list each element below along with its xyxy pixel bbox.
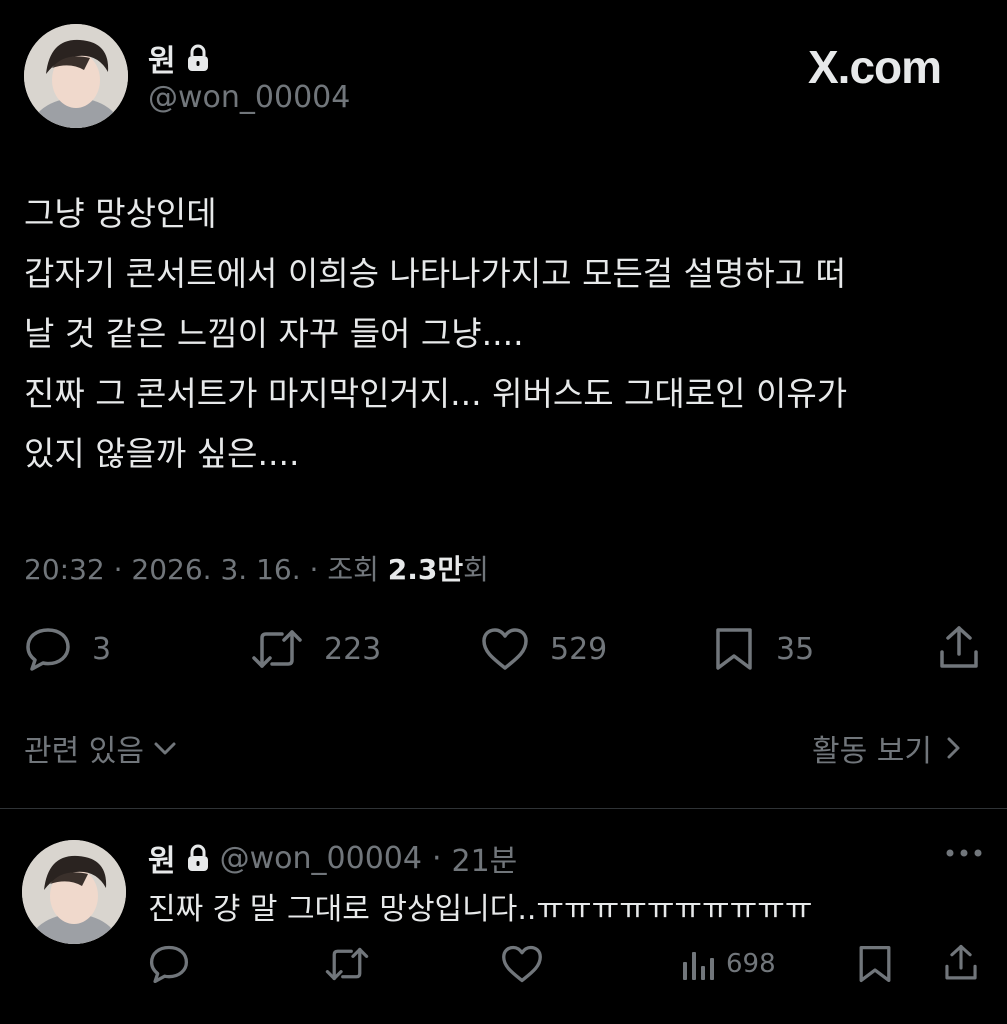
reply-header: 원 @won_00004 · 21분 <box>148 836 517 880</box>
reply-reply-icon[interactable] <box>148 944 190 984</box>
retweet-icon <box>250 626 304 672</box>
lock-icon <box>186 844 210 872</box>
reply-author-name[interactable]: 원 <box>148 836 176 880</box>
separator: · <box>113 553 123 586</box>
reply-views-button[interactable]: 698 <box>680 946 776 982</box>
reply-count: 3 <box>92 631 112 667</box>
views-suffix: 회 <box>463 553 489 586</box>
separator: · <box>431 840 442 876</box>
chevron-down-icon <box>152 735 178 761</box>
more-options-icon[interactable] <box>944 846 984 860</box>
views-value: 2.3만 <box>387 553 464 586</box>
tweet-line: 갑자기 콘서트에서 이희승 나타나가지고 모든걸 설명하고 떠 <box>24 254 846 293</box>
analytics-icon <box>680 946 716 982</box>
reply-time[interactable]: 21분 <box>452 836 518 880</box>
heart-icon <box>480 626 530 672</box>
reply-share-icon[interactable] <box>942 942 980 984</box>
reply-retweet-icon[interactable] <box>324 944 370 984</box>
lock-icon <box>186 44 210 72</box>
bookmark-icon <box>712 626 756 672</box>
reply-views-count: 698 <box>726 949 776 979</box>
activity-label: 활동 보기 <box>812 734 932 769</box>
reply-heart-icon[interactable] <box>500 944 544 984</box>
divider <box>0 808 1007 809</box>
reply-avatar[interactable] <box>22 840 126 944</box>
author-avatar[interactable] <box>24 24 128 128</box>
reply-button[interactable]: 3 <box>24 626 111 672</box>
author-name[interactable]: 원 <box>148 36 176 80</box>
author-handle[interactable]: @won_00004 <box>148 80 350 115</box>
views-label: 조회 <box>327 553 379 586</box>
tweet-meta: 20:32 · 2026. 3. 16. · 조회 2.3만회 <box>24 548 489 588</box>
bookmark-button[interactable]: 35 <box>712 626 814 672</box>
reply-bookmark-icon[interactable] <box>856 944 894 984</box>
reply-icon <box>24 626 72 672</box>
brand-logo: X.com <box>808 41 942 93</box>
tweet-line: 날 것 같은 느낌이 자꾸 들어 그냥.... <box>24 314 524 353</box>
view-activity-link[interactable]: 활동 보기 <box>812 726 966 770</box>
tweet-line: 진짜 그 콘서트가 마지막인거지... 위버스도 그대로인 이유가 <box>24 374 848 413</box>
tweet-text: 그냥 망상인데 갑자기 콘서트에서 이희승 나타나가지고 모든걸 설명하고 떠 … <box>24 184 847 484</box>
related-filter[interactable]: 관련 있음 <box>24 726 178 770</box>
tweet-line: 그냥 망상인데 <box>24 194 217 233</box>
chevron-right-icon <box>940 735 966 761</box>
related-label: 관련 있음 <box>24 734 144 769</box>
bookmark-count: 35 <box>776 631 815 667</box>
like-count: 529 <box>550 631 608 667</box>
reply-text: 진짜 걍 말 그대로 망상입니다..ㅠㅠㅠㅠㅠㅠㅠㅠㅠㅠ <box>148 892 813 927</box>
tweet-time[interactable]: 20:32 <box>24 553 105 586</box>
retweet-count: 223 <box>324 631 382 667</box>
tweet-date[interactable]: 2026. 3. 16. <box>131 553 300 586</box>
like-button[interactable]: 529 <box>480 626 607 672</box>
reply-author-handle[interactable]: @won_00004 <box>220 841 422 876</box>
separator: · <box>309 553 319 586</box>
share-icon[interactable] <box>936 624 982 672</box>
retweet-button[interactable]: 223 <box>250 626 381 672</box>
tweet-line: 있지 않을까 싶은.... <box>24 434 300 473</box>
